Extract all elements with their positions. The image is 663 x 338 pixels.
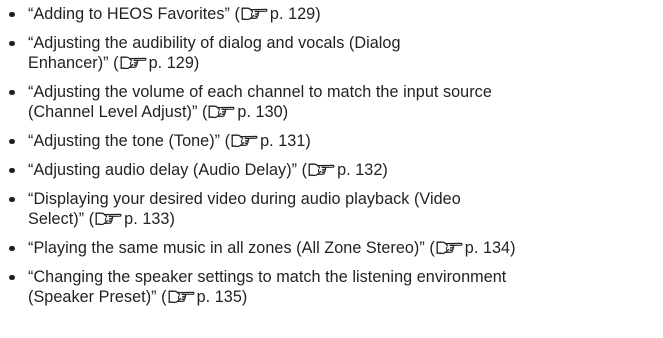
closing-paren: ) — [315, 5, 321, 23]
pointing-hand-icon — [168, 289, 195, 304]
page-reference-link[interactable]: p. 132 — [337, 161, 382, 179]
list-item-line: “Adjusting audio delay (Audio Delay)” ( … — [28, 160, 663, 180]
list-item-text: (Channel Level Adjust)” ( — [28, 103, 208, 121]
bullet-icon — [9, 245, 15, 251]
list-item-line: “Displaying your desired video during au… — [28, 189, 663, 209]
list-item-text: (Speaker Preset)” ( — [28, 288, 167, 306]
list-item-text: “Playing the same music in all zones (Al… — [28, 239, 435, 257]
list-item-text: “Adding to HEOS Favorites” ( — [28, 5, 240, 23]
list-item: “Playing the same music in all zones (Al… — [0, 238, 663, 258]
pointing-hand-icon — [95, 211, 122, 226]
list-item-line: “Adjusting the audibility of dialog and … — [28, 33, 663, 53]
closing-paren: ) — [241, 288, 248, 306]
list-item: “Adjusting audio delay (Audio Delay)” ( … — [0, 160, 663, 180]
list-item-line: “Adjusting the tone (Tone)” ( p. 131) — [28, 131, 663, 151]
closing-paren: ) — [282, 103, 289, 121]
page-reference-link[interactable]: p. 131 — [260, 132, 305, 150]
bullet-icon — [9, 274, 15, 280]
page-reference-link[interactable]: p. 130 — [237, 103, 282, 121]
bullet-icon — [9, 196, 15, 202]
pointing-hand-icon — [231, 133, 258, 148]
list-item-text: “Displaying your desired video during au… — [28, 190, 461, 208]
list-item: “Displaying your desired video during au… — [0, 189, 663, 229]
page-reference-link[interactable]: p. 129 — [270, 5, 315, 23]
list-item-text: “Adjusting audio delay (Audio Delay)” ( — [28, 161, 308, 179]
bullet-icon — [9, 167, 15, 173]
closing-paren: ) — [169, 210, 175, 228]
list-item-line: Select)” ( p. 133) — [28, 209, 663, 229]
pointing-hand-icon — [241, 6, 268, 21]
list-item: “Changing the speaker settings to match … — [0, 267, 663, 307]
list-item-text: “Adjusting the audibility of dialog and … — [28, 34, 401, 52]
pointing-hand-icon — [308, 162, 335, 177]
page-reference-link[interactable]: p. 133 — [124, 210, 169, 228]
list-item: “Adjusting the tone (Tone)” ( p. 131) — [0, 131, 663, 151]
list-item-line: “Changing the speaker settings to match … — [28, 267, 663, 287]
list-item-text: “Changing the speaker settings to match … — [28, 268, 507, 286]
list-item-line: (Speaker Preset)” ( p. 135) — [28, 287, 663, 307]
pointing-hand-icon — [208, 104, 235, 119]
pointing-hand-icon — [120, 55, 147, 70]
list-item-text: Enhancer)” ( — [28, 54, 119, 72]
list-item-line: “Adjusting the volume of each channel to… — [28, 82, 663, 102]
reference-page: “Adding to HEOS Favorites” ( p. 129) “Adj… — [0, 0, 663, 338]
list-item: “Adding to HEOS Favorites” ( p. 129) — [0, 4, 663, 24]
closing-paren: ) — [382, 161, 388, 179]
page-reference-link[interactable]: p. 129 — [149, 54, 194, 72]
page-reference-link[interactable]: p. 134 — [465, 239, 510, 257]
closing-paren: ) — [193, 54, 200, 72]
bullet-icon — [9, 138, 15, 144]
list-item-line: “Playing the same music in all zones (Al… — [28, 238, 663, 258]
list-item-line: (Channel Level Adjust)” ( p. 130) — [28, 102, 663, 122]
list-item-line: “Adding to HEOS Favorites” ( p. 129) — [28, 4, 663, 24]
page-reference-link[interactable]: p. 135 — [197, 288, 242, 306]
bullet-icon — [9, 40, 15, 46]
list-item-line: Enhancer)” ( p. 129) — [28, 53, 663, 73]
bullet-icon — [9, 89, 15, 95]
reference-list: “Adding to HEOS Favorites” ( p. 129) “Adj… — [0, 4, 663, 307]
list-item: “Adjusting the volume of each channel to… — [0, 82, 663, 122]
pointing-hand-icon — [436, 240, 463, 255]
list-item-text: “Adjusting the volume of each channel to… — [28, 83, 492, 101]
list-item-text: “Adjusting the tone (Tone)” ( — [28, 132, 231, 150]
closing-paren: ) — [305, 132, 311, 150]
bullet-icon — [9, 11, 15, 17]
list-item: “Adjusting the audibility of dialog and … — [0, 33, 663, 73]
list-item-text: Select)” ( — [28, 210, 95, 228]
closing-paren: ) — [510, 239, 516, 257]
